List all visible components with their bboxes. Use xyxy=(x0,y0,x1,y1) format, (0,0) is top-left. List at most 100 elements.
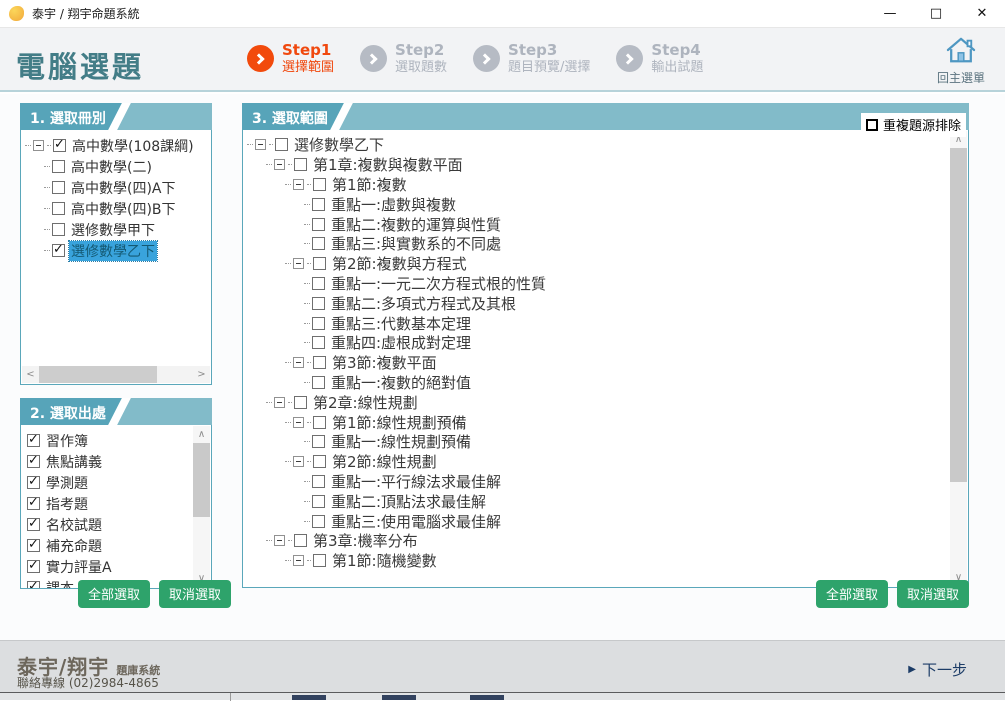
tree-label[interactable]: 選修數學甲下 xyxy=(69,220,157,240)
vertical-scrollbar[interactable]: ∧ ∨ xyxy=(950,131,967,586)
tree-label[interactable]: 重點二:複數的運算與性質 xyxy=(329,214,503,235)
tree-row[interactable]: 重點二:頂點法求最佳解 xyxy=(247,491,966,511)
tree-row[interactable]: 重點一:平行線法求最佳解 xyxy=(247,472,966,492)
checkbox[interactable] xyxy=(312,475,325,488)
source-list-item[interactable]: 指考題 xyxy=(27,493,209,514)
maximize-button[interactable]: □ xyxy=(913,0,959,28)
tree-label[interactable]: 第2節:複數與方程式 xyxy=(330,253,469,274)
tree-row[interactable]: 重點一:一元二次方程式根的性質 xyxy=(247,274,966,294)
tree-row[interactable]: 重點二:複數的運算與性質 xyxy=(247,214,966,234)
tree-label[interactable]: 選修數學乙下 xyxy=(69,241,157,261)
tree-row[interactable]: 高中數學(108課綱) xyxy=(25,135,209,156)
duplicate-source-exclude-option[interactable]: 重複題源排除 xyxy=(861,113,966,137)
home-menu-button[interactable]: 回主選單 xyxy=(931,36,991,86)
deselect-button[interactable]: 取消選取 xyxy=(159,580,231,608)
close-button[interactable]: ✕ xyxy=(959,0,1005,28)
checkbox[interactable] xyxy=(27,518,40,531)
checkbox[interactable] xyxy=(294,534,307,547)
scrollbar-thumb[interactable] xyxy=(950,148,967,482)
minimize-button[interactable]: — xyxy=(867,0,913,28)
checkbox[interactable] xyxy=(52,160,65,173)
scroll-up-icon[interactable]: ∧ xyxy=(193,426,210,443)
checkbox[interactable] xyxy=(312,237,325,250)
expand-toggle-icon[interactable] xyxy=(293,417,304,428)
tree-row[interactable]: 第1章:複數與複數平面 xyxy=(247,155,966,175)
tree-row[interactable]: 選修數學乙下 xyxy=(25,240,209,261)
checkbox[interactable] xyxy=(312,218,325,231)
tree-label[interactable]: 重點二:頂點法求最佳解 xyxy=(329,491,488,512)
checkbox[interactable] xyxy=(312,515,325,528)
source-list-item[interactable]: 補充命題 xyxy=(27,535,209,556)
tree-label[interactable]: 第1章:複數與複數平面 xyxy=(311,154,465,175)
tree-label[interactable]: 第3章:機率分布 xyxy=(311,530,420,551)
tree-label[interactable]: 重點一:一元二次方程式根的性質 xyxy=(329,273,548,294)
checkbox[interactable] xyxy=(52,244,65,257)
checkbox[interactable] xyxy=(52,181,65,194)
tree-row[interactable]: 重點一:虛數與複數 xyxy=(247,194,966,214)
checkbox[interactable] xyxy=(313,356,326,369)
tree-row[interactable]: 高中數學(四)B下 xyxy=(25,198,209,219)
expand-toggle-icon[interactable] xyxy=(274,159,285,170)
deselect-button[interactable]: 取消選取 xyxy=(897,580,969,608)
tree-label[interactable]: 重點一:複數的絕對值 xyxy=(329,372,473,393)
expand-toggle-icon[interactable] xyxy=(293,555,304,566)
source-label[interactable]: 習作簿 xyxy=(44,431,90,451)
tree-row[interactable]: 第3章:機率分布 xyxy=(247,531,966,551)
expand-toggle-icon[interactable] xyxy=(33,140,44,151)
tree-label[interactable]: 重點一:線性規劃預備 xyxy=(329,431,473,452)
tree-label[interactable]: 重點一:平行線法求最佳解 xyxy=(329,471,503,492)
checkbox[interactable] xyxy=(313,416,326,429)
checkbox[interactable] xyxy=(312,435,325,448)
tree-label[interactable]: 高中數學(四)A下 xyxy=(69,178,178,198)
scroll-right-icon[interactable]: > xyxy=(193,366,210,383)
checkbox[interactable] xyxy=(27,434,40,447)
tree-label[interactable]: 重點三:代數基本定理 xyxy=(329,313,473,334)
expand-toggle-icon[interactable] xyxy=(293,357,304,368)
tree-row[interactable]: 選修數學乙下 xyxy=(247,135,966,155)
select-all-button[interactable]: 全部選取 xyxy=(78,580,150,608)
checkbox[interactable] xyxy=(312,495,325,508)
checkbox[interactable] xyxy=(27,539,40,552)
tree-row[interactable]: 重點三:代數基本定理 xyxy=(247,313,966,333)
tree-label[interactable]: 重點四:虛根成對定理 xyxy=(329,332,473,353)
checkbox[interactable] xyxy=(312,317,325,330)
tree-label[interactable]: 高中數學(四)B下 xyxy=(69,199,178,219)
tree-row[interactable]: 重點一:線性規劃預備 xyxy=(247,432,966,452)
checkbox[interactable] xyxy=(27,455,40,468)
tree-row[interactable]: 第2節:線性規劃 xyxy=(247,452,966,472)
tree-row[interactable]: 第3節:複數平面 xyxy=(247,353,966,373)
source-list-item[interactable]: 習作簿 xyxy=(27,430,209,451)
tree-row[interactable]: 重點三:與實數系的不同處 xyxy=(247,234,966,254)
checkbox[interactable] xyxy=(312,297,325,310)
expand-toggle-icon[interactable] xyxy=(274,535,285,546)
source-label[interactable]: 名校試題 xyxy=(44,515,104,535)
tree-label[interactable]: 高中數學(108課綱) xyxy=(70,136,196,156)
scroll-left-icon[interactable]: < xyxy=(22,366,39,383)
source-label[interactable]: 實力評量A xyxy=(44,557,114,577)
tree-label[interactable]: 重點一:虛數與複數 xyxy=(329,194,458,215)
expand-toggle-icon[interactable] xyxy=(255,139,266,150)
checkbox[interactable] xyxy=(27,560,40,573)
checkbox[interactable] xyxy=(312,376,325,389)
checkbox[interactable] xyxy=(313,178,326,191)
tree-row[interactable]: 重點二:多項式方程式及其根 xyxy=(247,293,966,313)
select-all-button[interactable]: 全部選取 xyxy=(816,580,888,608)
source-label[interactable]: 學測題 xyxy=(44,473,90,493)
tree-label[interactable]: 第1節:隨機變數 xyxy=(330,550,439,571)
source-label[interactable]: 補充命題 xyxy=(44,536,104,556)
tree-label[interactable]: 重點三:使用電腦求最佳解 xyxy=(329,511,503,532)
horizontal-scrollbar[interactable]: < > xyxy=(22,366,210,383)
checkbox[interactable] xyxy=(312,277,325,290)
tree-label[interactable]: 第1節:複數 xyxy=(330,174,409,195)
tree-row[interactable]: 第1節:隨機變數 xyxy=(247,551,966,571)
tree-row[interactable]: 高中數學(四)A下 xyxy=(25,177,209,198)
tree-label[interactable]: 第1節:線性規劃預備 xyxy=(330,412,469,433)
checkbox[interactable] xyxy=(294,158,307,171)
tree-label[interactable]: 選修數學乙下 xyxy=(292,134,386,155)
source-label[interactable]: 指考題 xyxy=(44,494,90,514)
source-list-item[interactable]: 學測題 xyxy=(27,472,209,493)
tree-row[interactable]: 重點三:使用電腦求最佳解 xyxy=(247,511,966,531)
source-list-item[interactable]: 名校試題 xyxy=(27,514,209,535)
checkbox[interactable] xyxy=(313,455,326,468)
checkbox[interactable] xyxy=(53,139,66,152)
